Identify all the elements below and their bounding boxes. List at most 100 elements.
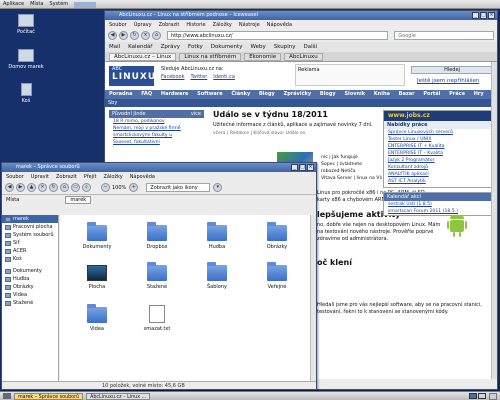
event-link[interactable]: sestrak Ústí (1.8.5)	[384, 201, 492, 208]
taskbar-button[interactable]: marek – Správce souborů	[14, 393, 84, 400]
tip-item[interactable]: Šopec | zvládnete	[317, 161, 382, 168]
file-item[interactable]: Stažené	[132, 262, 182, 290]
fm-titlebar[interactable]: marek – Správce souborů _ □ ×	[2, 163, 316, 172]
home-icon[interactable]: ⌂	[151, 31, 161, 40]
view-mode-select[interactable]: Zobrazit jako ikony	[146, 183, 211, 192]
desktop-icon-home[interactable]: Domov marek	[6, 49, 46, 70]
article3-title[interactable]: oč klení	[317, 258, 352, 267]
path-button[interactable]: marek	[65, 196, 92, 204]
launcher-icons[interactable]	[74, 1, 97, 8]
computer-icon[interactable]: ▭	[71, 183, 80, 192]
desktop-icon-computer[interactable]: Počítač	[6, 14, 46, 35]
sidebar-item-trash[interactable]: Koš	[2, 255, 58, 263]
file-item[interactable]: smazat.txt	[132, 305, 182, 332]
job-link[interactable]: Tester Linux / UNIX	[384, 136, 492, 143]
more-link[interactable]: více	[191, 110, 201, 118]
nav-item[interactable]: Zprávičky	[284, 91, 312, 97]
bookmark-item[interactable]: Kalendář	[128, 44, 152, 50]
menu-help[interactable]: Nápověda	[267, 22, 292, 28]
sidebar-item-documents[interactable]: Dokumenty	[2, 267, 58, 275]
nav-item[interactable]: Poradna	[109, 91, 132, 97]
zoom-in-icon[interactable]: +	[129, 183, 139, 192]
stop-icon[interactable]: ×	[38, 183, 47, 192]
up-icon[interactable]: ▲	[27, 183, 36, 192]
job-link[interactable]: Správce Linuxových serverů	[384, 129, 492, 136]
back-icon[interactable]: ◀	[108, 31, 117, 40]
nav-item[interactable]: Hardware	[161, 91, 188, 97]
page-scrollbar[interactable]	[491, 62, 497, 379]
bookmark-item[interactable]: Dokumenty	[211, 44, 243, 50]
nav-item[interactable]: Portál	[423, 91, 440, 97]
jobs-header[interactable]: www.jobs.cz	[384, 111, 492, 121]
job-link[interactable]: ANALYTIK aplikací	[384, 171, 492, 178]
menu-bookmarks[interactable]: Záložky	[103, 174, 122, 180]
job-link[interactable]: AST ICT Analytik	[384, 178, 492, 185]
menu-file[interactable]: Soubor	[109, 22, 127, 28]
nav-item[interactable]: Práce	[449, 91, 465, 97]
nav-item[interactable]: Blogy	[320, 91, 336, 97]
minimize-button[interactable]: _	[291, 164, 298, 171]
menu-edit[interactable]: Upravit	[31, 174, 49, 180]
minimize-button[interactable]: _	[472, 12, 479, 19]
sidebar-link[interactable]: 18 R mimo, podikonov	[109, 118, 204, 125]
back-icon[interactable]: ◀	[5, 183, 14, 192]
bookmark-item[interactable]: Zprávy	[161, 44, 180, 50]
file-item[interactable]: Videa	[72, 304, 122, 332]
show-desktop-icon[interactable]	[3, 393, 11, 399]
nav-item[interactable]: Hry	[474, 91, 484, 97]
menu-tools[interactable]: Nástroje	[239, 22, 260, 28]
event-link[interactable]: smartscan Forum 2011 (18.5.)	[384, 208, 492, 215]
file-item[interactable]: Veřejné	[252, 262, 302, 290]
menu-view[interactable]: Zobrazit	[159, 22, 180, 28]
nav-item[interactable]: Software	[197, 91, 222, 97]
file-item[interactable]: Plocha	[72, 265, 122, 290]
file-item[interactable]: Hudba	[192, 222, 242, 250]
nav-item[interactable]: Slovník	[344, 91, 365, 97]
search-field[interactable]: Google	[394, 31, 495, 40]
file-item[interactable]: Obrázky	[252, 222, 302, 250]
site-logo[interactable]: ABC LINUXU	[109, 66, 155, 86]
url-bar[interactable]: http://www.abclinuxu.cz/	[166, 31, 389, 40]
sidebar-item-videos[interactable]: Videa	[2, 291, 58, 299]
login-button[interactable]: Hledej	[411, 66, 493, 74]
maximize-button[interactable]: □	[299, 164, 306, 171]
file-item[interactable]: Dropbox	[132, 222, 182, 250]
browser-titlebar[interactable]: AbcLinuxu.cz – Linux na stříbrném podnos…	[105, 11, 497, 20]
sidebar-link[interactable]: Šaxeset, fakultativní	[109, 139, 204, 146]
menu-go[interactable]: Přejít	[84, 174, 97, 180]
sidebar-item-acer[interactable]: ACER	[2, 247, 58, 255]
reload-icon[interactable]: ↻	[49, 183, 58, 192]
desktop-icon-trash[interactable]: Koš	[6, 83, 46, 104]
nav-item[interactable]: Bazar	[399, 91, 415, 97]
tab[interactable]: AbcLinuxu	[284, 52, 323, 61]
sidebar-item-filesystem[interactable]: Systém souborů	[2, 231, 58, 239]
close-button[interactable]: ×	[307, 164, 314, 171]
menu-places[interactable]: Místa	[30, 0, 43, 9]
close-button[interactable]: ×	[488, 12, 495, 19]
forward-icon[interactable]: ▶	[118, 31, 128, 40]
menu-bookmarks[interactable]: Záložky	[213, 22, 232, 28]
identica-link[interactable]: Identi.ca	[213, 74, 235, 80]
tip-item[interactable]: nic | Jak funguje	[317, 154, 382, 161]
sidebar-link[interactable]: smartclickovými fakulty u	[109, 132, 204, 139]
file-item[interactable]: Šablony	[192, 262, 242, 290]
fm-scrollbar[interactable]	[310, 215, 316, 381]
job-link[interactable]: ENTERPRISE IT + Kvalita	[384, 143, 492, 150]
reload-icon[interactable]: ↻	[129, 31, 139, 40]
article-headline[interactable]: Událo se v týdnu 18/2011	[213, 110, 378, 120]
bookmark-item[interactable]: Další	[303, 44, 317, 50]
bookmark-item[interactable]: Fotky	[188, 44, 203, 50]
sidebar-item-downloads[interactable]: Stažené	[2, 299, 58, 307]
sidebar-item-music[interactable]: Hudba	[2, 275, 58, 283]
sidebar-item-network[interactable]: Síť	[2, 239, 58, 247]
login-link[interactable]: Ještě jsem nepřihlášen	[417, 78, 479, 84]
job-link[interactable]: Konzultant zdrojů	[384, 164, 492, 171]
bookmark-item[interactable]: Skupiny	[274, 44, 296, 50]
sidebar-link[interactable]: Nemám, moji v pražské firmě	[109, 125, 204, 132]
menu-edit[interactable]: Úpravy	[134, 22, 152, 28]
nav-item[interactable]: Kniha	[374, 91, 390, 97]
view-dropdown-icon[interactable]: ▾	[213, 183, 223, 192]
search-icon[interactable]: ⌕	[82, 183, 91, 192]
tab[interactable]: AbcLinuxu.cz – Linux	[109, 52, 177, 61]
bookmark-item[interactable]: Mail	[109, 44, 120, 50]
